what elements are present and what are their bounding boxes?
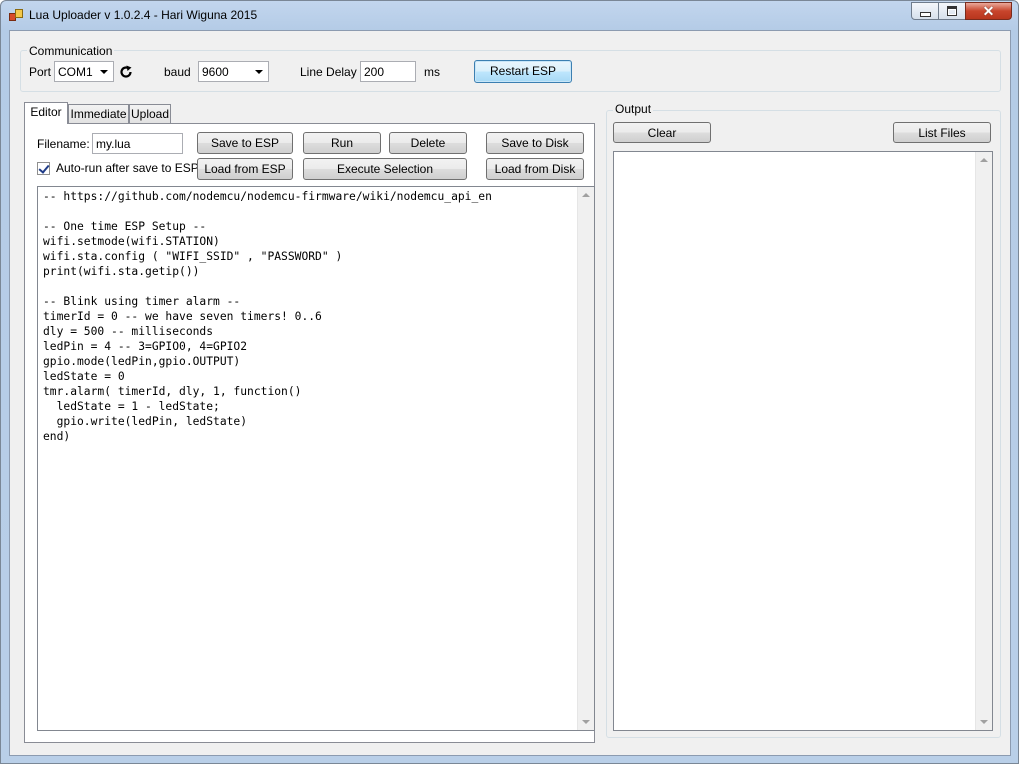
- chevron-down-icon: [255, 70, 263, 74]
- baud-label: baud: [164, 65, 191, 79]
- line-delay-input[interactable]: 200: [360, 61, 416, 82]
- line-delay-label: Line Delay: [300, 65, 357, 79]
- scroll-up-icon[interactable]: [980, 158, 988, 162]
- app-icon[interactable]: [9, 9, 23, 21]
- execute-selection-button[interactable]: Execute Selection: [303, 158, 467, 180]
- ms-label: ms: [424, 65, 440, 79]
- autorun-checkbox[interactable]: [37, 162, 50, 175]
- list-files-button[interactable]: List Files: [893, 122, 991, 143]
- autorun-label[interactable]: Auto-run after save to ESP: [56, 161, 199, 175]
- check-icon: [38, 162, 50, 174]
- close-button[interactable]: ✕: [965, 2, 1012, 20]
- save-to-disk-button[interactable]: Save to Disk: [486, 132, 584, 154]
- filename-value: my.lua: [96, 137, 131, 151]
- tab-editor[interactable]: Editor: [24, 102, 68, 124]
- baud-value: 9600: [202, 65, 229, 79]
- code-editor[interactable]: -- https://github.com/nodemcu/nodemcu-fi…: [37, 186, 595, 731]
- minimize-button[interactable]: [911, 2, 939, 20]
- editor-scrollbar[interactable]: [577, 187, 594, 730]
- communication-legend: Communication: [27, 44, 115, 58]
- load-from-disk-button[interactable]: Load from Disk: [486, 158, 584, 180]
- port-value: COM1: [58, 65, 93, 79]
- code-text[interactable]: -- https://github.com/nodemcu/nodemcu-fi…: [43, 189, 492, 444]
- client-area: Communication Port COM1 baud 9600 Line D…: [9, 30, 1011, 756]
- output-textarea[interactable]: [613, 151, 993, 731]
- scroll-down-icon[interactable]: [582, 720, 590, 724]
- output-scrollbar[interactable]: [975, 152, 992, 730]
- port-label: Port: [29, 65, 52, 79]
- tab-upload[interactable]: Upload: [129, 104, 171, 124]
- baud-select[interactable]: 9600: [198, 61, 269, 82]
- scroll-down-icon[interactable]: [980, 720, 988, 724]
- minimize-icon: [919, 12, 931, 17]
- chevron-down-icon: [100, 70, 108, 74]
- filename-input[interactable]: my.lua: [92, 133, 183, 154]
- run-button[interactable]: Run: [303, 132, 381, 154]
- delete-button[interactable]: Delete: [389, 132, 467, 154]
- refresh-icon[interactable]: [119, 65, 133, 79]
- restart-esp-button[interactable]: Restart ESP: [474, 60, 572, 83]
- title-bar[interactable]: Lua Uploader v 1.0.2.4 - Hari Wiguna 201…: [1, 1, 1018, 29]
- window-title: Lua Uploader v 1.0.2.4 - Hari Wiguna 201…: [29, 8, 258, 22]
- filename-label: Filename:: [37, 137, 90, 151]
- save-to-esp-button[interactable]: Save to ESP: [197, 132, 293, 154]
- clear-button[interactable]: Clear: [613, 122, 711, 143]
- scroll-up-icon[interactable]: [582, 193, 590, 197]
- maximize-icon: [947, 6, 957, 16]
- port-select[interactable]: COM1: [54, 61, 114, 82]
- line-delay-value: 200: [364, 65, 385, 79]
- output-legend: Output: [613, 102, 654, 116]
- load-from-esp-button[interactable]: Load from ESP: [197, 158, 293, 180]
- maximize-button[interactable]: [938, 2, 966, 20]
- app-window: Lua Uploader v 1.0.2.4 - Hari Wiguna 201…: [0, 0, 1019, 764]
- tab-immediate[interactable]: Immediate: [68, 104, 129, 124]
- close-icon: ✕: [982, 3, 995, 19]
